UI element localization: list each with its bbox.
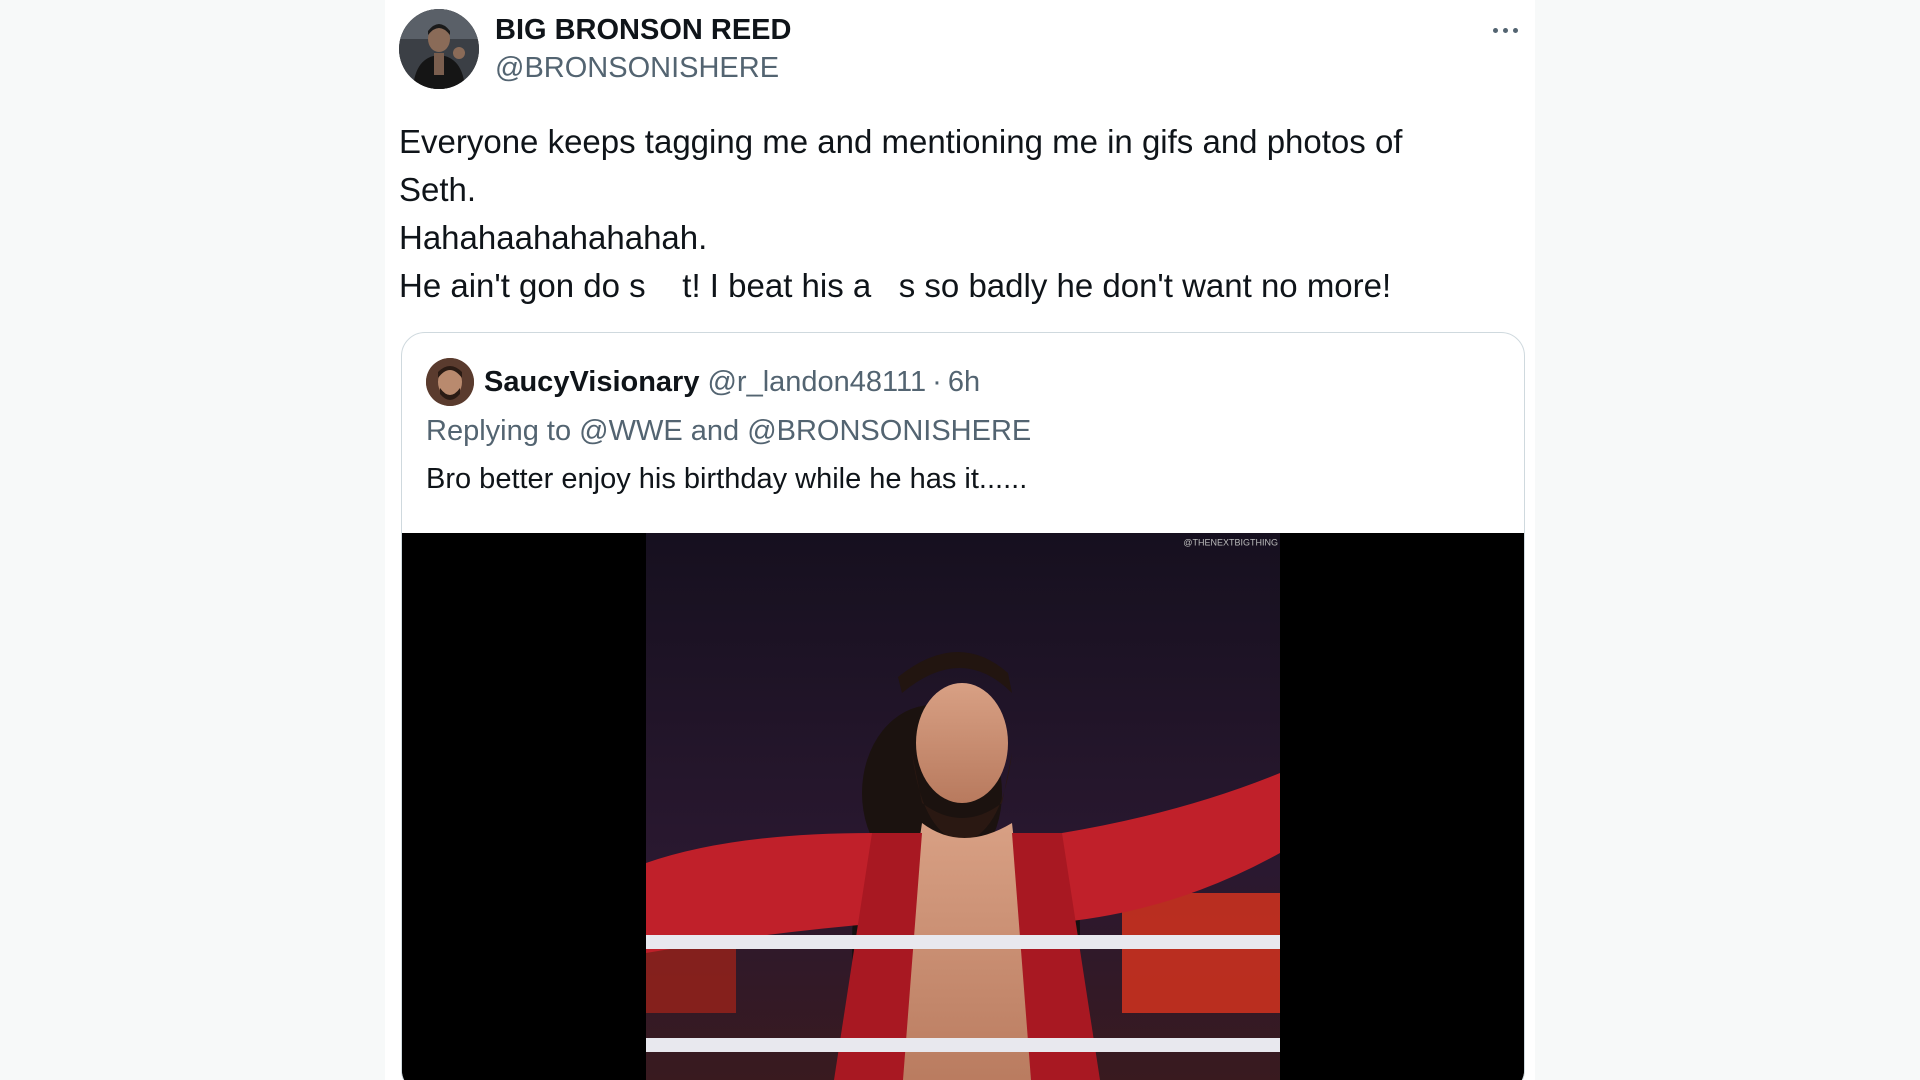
right-margin xyxy=(1535,0,1920,1080)
quoted-handle[interactable]: @r_landon48111 xyxy=(707,366,926,399)
mention-link[interactable]: @WWE xyxy=(579,415,683,447)
quoted-display-name[interactable]: SaucyVisionary xyxy=(484,366,699,399)
avatar[interactable] xyxy=(399,9,479,89)
more-horizontal-icon xyxy=(1492,27,1498,33)
quoted-media[interactable]: @THENEXTBIGTHING xyxy=(402,533,1524,1080)
tweet-text-line: Hahahaahahahahah. xyxy=(399,219,708,256)
tweet-header: BIG BRONSON REED @BRONSONISHERE xyxy=(399,9,791,89)
quoted-tweet-header: SaucyVisionary @r_landon48111 · 6h xyxy=(426,358,980,406)
replying-to-and: and xyxy=(690,415,740,447)
tweet-card: BIG BRONSON REED @BRONSONISHERE Everyone… xyxy=(385,0,1535,1080)
quoted-avatar[interactable] xyxy=(426,358,474,406)
replying-to-line: Replying to @WWE and @BRONSONISHERE xyxy=(426,415,1031,448)
media-image: @THENEXTBIGTHING xyxy=(402,533,1524,1080)
more-horizontal-icon-dot xyxy=(1512,27,1518,33)
left-margin xyxy=(0,0,385,1080)
quoted-tweet-text: Bro better enjoy his birthday while he h… xyxy=(426,463,1028,495)
more-options-button[interactable] xyxy=(1485,12,1525,48)
quoted-avatar-image xyxy=(426,358,474,406)
page: BIG BRONSON REED @BRONSONISHERE Everyone… xyxy=(0,0,1920,1080)
avatar-image xyxy=(399,9,479,89)
separator-dot: · xyxy=(932,365,942,398)
author-display-name[interactable]: BIG BRONSON REED xyxy=(495,11,791,49)
author-names: BIG BRONSON REED @BRONSONISHERE xyxy=(495,11,791,87)
tweet-text-line: Everyone keeps tagging me and mentioning… xyxy=(399,123,1403,160)
author-handle[interactable]: @BRONSONISHERE xyxy=(495,49,791,87)
media-watermark: @THENEXTBIGTHING xyxy=(1183,537,1278,547)
tweet-text-line: Seth. xyxy=(399,171,477,208)
mention-link[interactable]: @BRONSONISHERE xyxy=(747,415,1031,447)
tweet-body: Everyone keeps tagging me and mentioning… xyxy=(399,118,1489,310)
more-horizontal-icon-dot xyxy=(1502,27,1508,33)
replying-to-label: Replying to xyxy=(426,415,572,447)
quoted-tweet[interactable]: SaucyVisionary @r_landon48111 · 6h Reply… xyxy=(401,332,1525,1080)
quoted-timestamp[interactable]: 6h xyxy=(948,366,980,399)
tweet-text-line: He ain't gon do s t! I beat his a s so b… xyxy=(399,267,1392,304)
